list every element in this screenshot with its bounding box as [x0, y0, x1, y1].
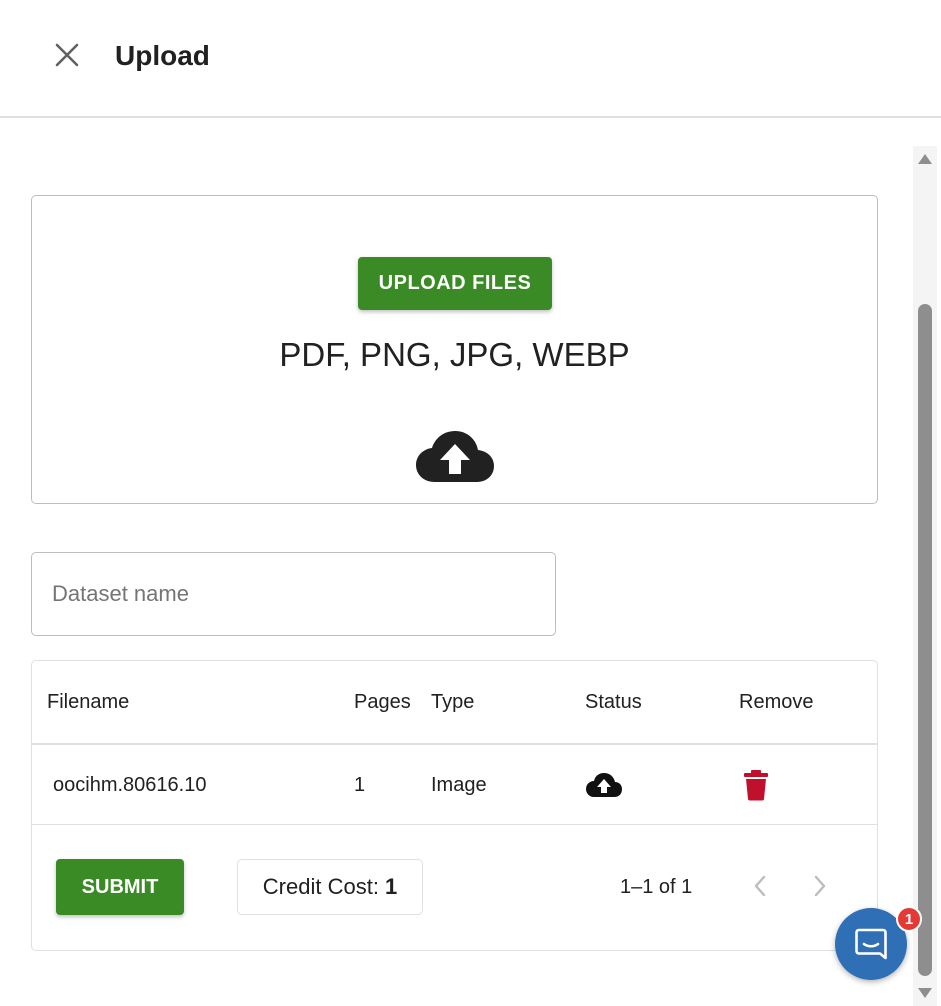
dataset-name-input[interactable] — [32, 553, 555, 635]
column-header-pages[interactable]: Pages — [354, 691, 411, 714]
table-header-row: Filename Pages Type Status Remove — [32, 661, 877, 745]
close-icon[interactable] — [54, 42, 80, 68]
scroll-down-arrow-icon[interactable] — [917, 986, 933, 1000]
close-button[interactable] — [50, 38, 84, 72]
accepted-formats-text: PDF, PNG, JPG, WEBP — [279, 336, 630, 373]
chevron-left-icon[interactable] — [750, 873, 770, 899]
table-footer: SUBMIT Credit Cost: 1 1–1 of 1 — [32, 825, 877, 950]
chevron-right-icon[interactable] — [810, 873, 830, 899]
column-header-type[interactable]: Type — [431, 691, 474, 714]
cloud-upload-icon — [416, 431, 494, 482]
submit-button[interactable]: SUBMIT — [56, 859, 184, 915]
column-header-status[interactable]: Status — [585, 691, 642, 714]
pagination-range: 1–1 of 1 — [620, 876, 693, 898]
upload-files-button[interactable]: UPLOAD FILES — [358, 257, 552, 310]
pages-cell: 1 — [354, 774, 366, 796]
column-header-filename[interactable]: Filename — [47, 691, 129, 714]
chat-icon — [855, 928, 887, 960]
file-dropzone[interactable]: UPLOAD FILES PDF, PNG, JPG, WEBP — [31, 195, 878, 504]
trash-icon[interactable] — [743, 769, 769, 801]
dataset-name-field[interactable] — [31, 552, 556, 636]
table-row: oocihm.80616.10 1 Image — [32, 745, 877, 825]
scrollbar-thumb[interactable] — [918, 304, 932, 976]
cloud-upload-icon — [586, 773, 622, 797]
page-title: Upload — [115, 40, 210, 71]
filename-cell: oocihm.80616.10 — [53, 774, 207, 796]
credit-cost-label: Credit Cost: — [262, 874, 379, 899]
header: Upload — [0, 0, 941, 118]
credit-cost-badge: Credit Cost: 1 — [237, 859, 423, 915]
credit-cost-value: 1 — [384, 874, 398, 899]
type-cell: Image — [431, 774, 487, 796]
notification-badge: 1 — [896, 906, 922, 932]
column-header-remove[interactable]: Remove — [739, 691, 813, 714]
files-table: Filename Pages Type Status Remove oocihm… — [31, 660, 878, 951]
scroll-up-arrow-icon[interactable] — [917, 152, 933, 166]
